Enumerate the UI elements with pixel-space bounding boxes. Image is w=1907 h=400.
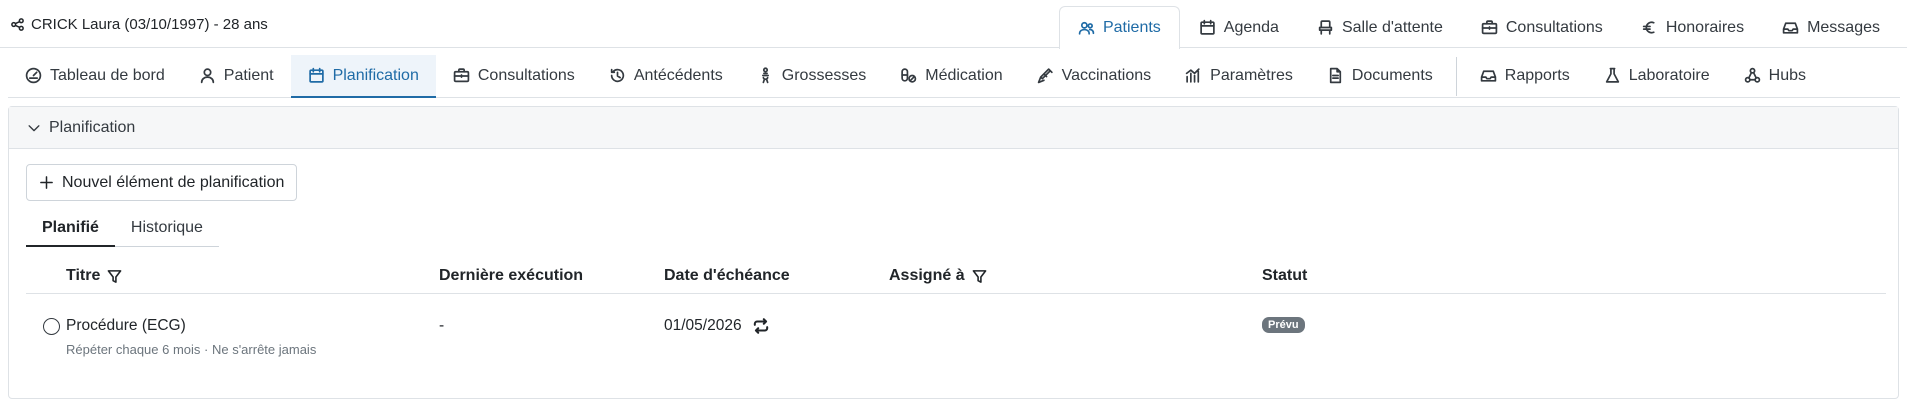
tab-label: Planification	[332, 66, 419, 84]
chair-icon	[1317, 19, 1334, 36]
app-tab-label: Consultations	[1505, 18, 1603, 36]
column-last-label: Dernière exécution	[439, 267, 584, 284]
app-tab-messages[interactable]: Messages	[1763, 6, 1899, 48]
tab-reports[interactable]: Rapports	[1463, 55, 1587, 98]
row-title: Procédure (ECG)	[66, 317, 186, 334]
top-header: CRICK Laura (03/10/1997) - 28 ans Patien…	[0, 0, 1907, 49]
app-tab-waiting-room[interactable]: Salle d'attente	[1298, 6, 1462, 48]
briefcase-icon	[1481, 19, 1498, 36]
tab-laboratory[interactable]: Laboratoire	[1587, 55, 1727, 98]
app-tab-label: Agenda	[1223, 18, 1279, 36]
table-row[interactable]: Procédure (ECG) Répéter chaque 6 mois · …	[26, 295, 1886, 357]
status-badge: Prévu	[1262, 317, 1305, 333]
new-planning-item-label: Nouvel élément de planification	[62, 173, 285, 191]
tab-label: Consultations	[477, 66, 575, 84]
tab-medication[interactable]: Médication	[883, 55, 1019, 98]
section-tabs: Tableau de bord Patient Planification Co…	[8, 55, 1823, 98]
column-status-label: Statut	[1262, 267, 1308, 284]
filter-icon[interactable]	[972, 269, 987, 284]
row-due-date-value: 01/05/2026	[664, 317, 742, 334]
app-tab-agenda[interactable]: Agenda	[1180, 6, 1298, 48]
syringe-icon	[1037, 67, 1054, 84]
tab-label: Documents	[1351, 66, 1433, 84]
tab-dashboard[interactable]: Tableau de bord	[8, 55, 182, 98]
app-tab-label: Honoraires	[1665, 18, 1745, 36]
calendar-icon	[1199, 19, 1216, 36]
subtab-planned[interactable]: Planifié	[26, 210, 115, 247]
tab-history[interactable]: Antécédents	[592, 55, 740, 98]
tab-pregnancies[interactable]: Grossesses	[740, 55, 883, 98]
document-icon	[1327, 67, 1344, 84]
app-tab-fees[interactable]: Honoraires	[1622, 6, 1763, 48]
repeat-icon	[752, 317, 770, 335]
tab-parameters[interactable]: Paramètres	[1168, 55, 1310, 98]
app-tab-label: Patients	[1102, 19, 1161, 36]
plus-icon	[39, 175, 54, 190]
row-status: Prévu	[1262, 317, 1305, 333]
app-tab-patients[interactable]: Patients	[1058, 6, 1180, 49]
tab-label: Vaccinations	[1061, 66, 1152, 84]
tab-documents[interactable]: Documents	[1310, 55, 1450, 98]
tab-separator	[1455, 57, 1457, 96]
tab-label: Grossesses	[781, 66, 867, 84]
tab-label: Hubs	[1768, 66, 1806, 84]
row-last-execution: -	[439, 317, 445, 334]
person-icon	[199, 67, 216, 84]
tab-label: Antécédents	[633, 66, 723, 84]
panel-title: Planification	[49, 118, 136, 136]
new-planning-item-button[interactable]: Nouvel élément de planification	[26, 164, 298, 201]
briefcase-icon	[453, 67, 470, 84]
column-assigned-label: Assigné à	[889, 267, 965, 284]
patient-name: CRICK Laura (03/10/1997) - 28 ans	[31, 16, 268, 33]
column-title: Titre	[66, 267, 122, 285]
subtab-history[interactable]: Historique	[115, 210, 219, 246]
tab-vaccinations[interactable]: Vaccinations	[1020, 55, 1169, 98]
tab-label: Médication	[925, 66, 1003, 84]
table-header: Titre Dernière exécution Date d'échéance…	[26, 257, 1886, 294]
column-assigned: Assigné à	[889, 267, 987, 285]
inbox-icon	[1782, 19, 1799, 36]
tab-label: Paramètres	[1210, 66, 1293, 84]
row-recurrence: Répéter chaque 6 mois · Ne s'arrête jama…	[66, 342, 317, 357]
column-title-label: Titre	[66, 267, 101, 284]
tab-patient[interactable]: Patient	[182, 55, 291, 98]
flask-icon	[1604, 67, 1621, 84]
planification-panel: Planification Nouvel élément de planific…	[8, 106, 1899, 399]
chevron-down-icon	[27, 121, 41, 135]
users-icon	[1078, 20, 1095, 37]
tab-label: Tableau de bord	[50, 66, 165, 84]
patient-identity[interactable]: CRICK Laura (03/10/1997) - 28 ans	[10, 16, 268, 33]
app-tab-label: Messages	[1807, 18, 1880, 36]
app-tab-consultations[interactable]: Consultations	[1462, 6, 1622, 48]
tab-planification[interactable]: Planification	[290, 55, 436, 98]
row-due-date: 01/05/2026	[664, 317, 770, 335]
planning-subtabs: Planifié Historique	[26, 210, 219, 247]
panel-header[interactable]: Planification	[9, 107, 1898, 149]
share-icon	[10, 17, 25, 32]
pills-icon	[900, 67, 917, 84]
history-icon	[609, 67, 626, 84]
column-due-date: Date d'échéance	[664, 267, 790, 285]
euro-icon	[1641, 19, 1658, 36]
inbox-icon	[1480, 67, 1497, 84]
calendar-icon	[308, 67, 325, 84]
app-tabs: Patients Agenda Salle d'attente Consulta…	[1058, 6, 1899, 49]
filter-icon[interactable]	[107, 269, 122, 284]
tab-hubs[interactable]: Hubs	[1727, 55, 1823, 98]
hubs-icon	[1744, 67, 1761, 84]
column-status: Statut	[1262, 267, 1307, 285]
dashboard-icon	[25, 67, 42, 84]
column-last-execution: Dernière exécution	[439, 267, 583, 285]
tab-label: Patient	[223, 66, 274, 84]
tab-label: Rapports	[1504, 66, 1570, 84]
tab-label: Laboratoire	[1628, 66, 1710, 84]
app-tab-label: Salle d'attente	[1341, 18, 1443, 36]
tab-consultations[interactable]: Consultations	[436, 55, 592, 98]
pregnancy-icon	[757, 67, 774, 84]
row-select-radio[interactable]	[43, 318, 60, 335]
chart-icon	[1185, 67, 1202, 84]
column-due-label: Date d'échéance	[664, 267, 790, 284]
